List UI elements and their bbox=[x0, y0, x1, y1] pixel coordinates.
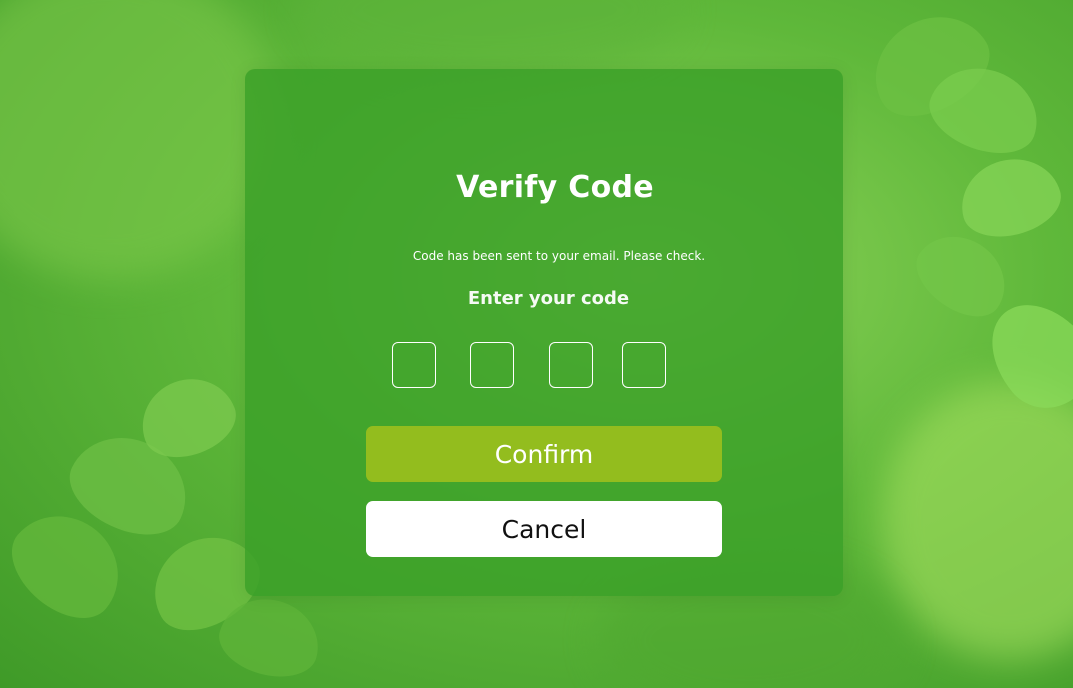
background-blur bbox=[880, 380, 1073, 660]
background-blur bbox=[0, 0, 280, 280]
background-blur bbox=[300, 0, 680, 80]
verify-code-dialog: Verify Code Code has been sent to your e… bbox=[245, 69, 843, 596]
enter-code-label: Enter your code bbox=[467, 288, 630, 309]
confirm-button[interactable]: Confirm bbox=[366, 426, 722, 482]
leaf-decoration bbox=[951, 148, 1069, 247]
code-digit-input-3[interactable] bbox=[549, 342, 593, 388]
code-digit-input-4[interactable] bbox=[622, 342, 666, 388]
dialog-title: Verify Code bbox=[456, 170, 654, 205]
dialog-subtitle: Code has been sent to your email. Please… bbox=[412, 249, 706, 263]
code-digit-input-1[interactable] bbox=[392, 342, 436, 388]
code-digit-input-2[interactable] bbox=[470, 342, 514, 388]
cancel-button[interactable]: Cancel bbox=[366, 501, 722, 557]
